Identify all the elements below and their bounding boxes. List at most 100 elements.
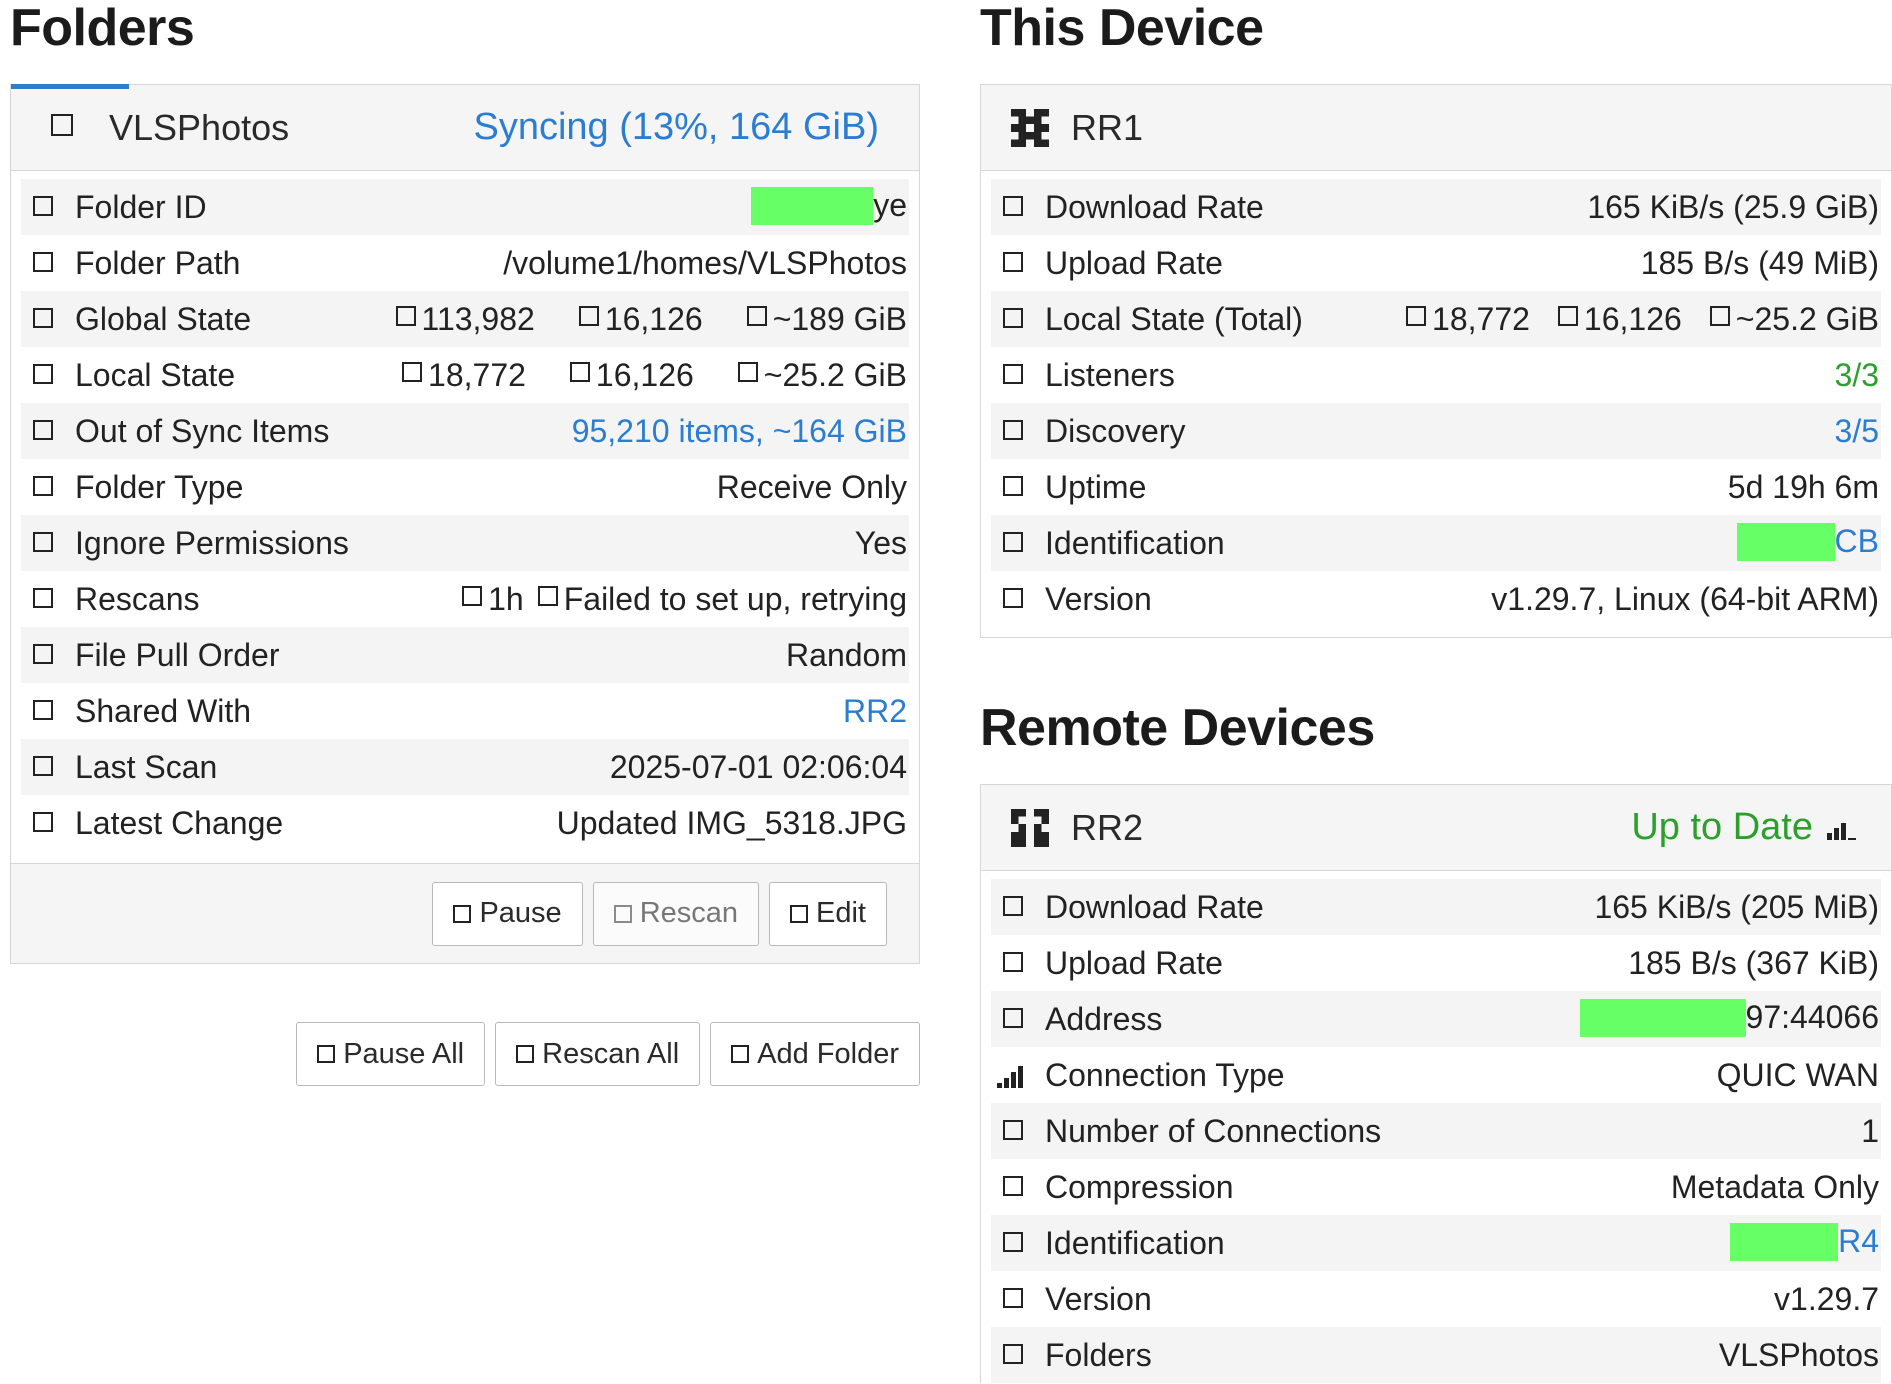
- folder-status: Syncing (13%, 164 GiB): [473, 106, 879, 148]
- this-device-header[interactable]: RR1: [981, 85, 1891, 171]
- shared-with-icon: [33, 700, 53, 721]
- latest-change-label: Latest Change: [75, 804, 284, 841]
- pause-all-button[interactable]: Pause All: [296, 1022, 486, 1086]
- version-value: v1.29.7, Linux (64-bit ARM): [1491, 580, 1879, 617]
- remote-identification-link[interactable]: R4: [1730, 1222, 1879, 1263]
- signal-bars-icon: [1827, 822, 1856, 840]
- global-dirs-count: 16,126: [604, 300, 703, 337]
- upload-rate-value: 185 B/s (49 MiB): [1640, 244, 1879, 281]
- folder-type-row: Folder Type Receive Only: [21, 459, 909, 515]
- add-folder-button[interactable]: Add Folder: [710, 1022, 920, 1086]
- pause-button[interactable]: Pause: [432, 881, 583, 946]
- global-files-count: 113,982: [421, 300, 535, 337]
- link-icon: [1003, 1008, 1023, 1029]
- refresh-icon: [613, 904, 632, 923]
- folder-detail-rows: Folder ID ye Folder Path /volume1/homes/…: [11, 171, 919, 851]
- download-rate-value: 165 KiB/s (25.9 GiB): [1587, 188, 1879, 225]
- folder-global-actions: Pause All Rescan All Add Folder: [296, 1022, 920, 1086]
- redaction-block: [1579, 998, 1746, 1037]
- size-icon: [1709, 306, 1730, 326]
- remote-device-header[interactable]: RR2 Up to Date: [981, 785, 1891, 871]
- remote-folders-row: Folders VLSPhotos: [991, 1327, 1881, 1383]
- files-icon: [402, 362, 423, 382]
- local-state-total-row: Local State (Total) 18,772 16,126 ~25.2 …: [991, 291, 1881, 347]
- identification-link[interactable]: CB: [1736, 522, 1879, 563]
- discovery-row: Discovery 3/5: [991, 403, 1881, 459]
- last-scan-icon: [33, 756, 53, 777]
- file-pull-order-value: Random: [786, 636, 907, 673]
- redaction-block: [1736, 522, 1835, 561]
- edit-button[interactable]: Edit: [769, 881, 887, 946]
- size-icon: [737, 362, 758, 382]
- rescans-label: Rescans: [75, 580, 200, 617]
- identicon-rr2: [1011, 808, 1049, 847]
- global-state-row: Global State 113,982 16,126 ~189 GiB: [21, 291, 909, 347]
- cloud-upload-icon: [1003, 252, 1023, 273]
- folders-icon: [578, 306, 599, 326]
- local-dirs-count: 16,126: [595, 356, 694, 393]
- remote-address-row: Address 97:44066: [991, 991, 1881, 1047]
- remote-address-value: 97:44066: [1579, 998, 1879, 1039]
- remote-device-rows: Download Rate 165 KiB/s (205 MiB) Upload…: [981, 871, 1891, 1383]
- shared-with-link[interactable]: RR2: [843, 693, 907, 730]
- this-device-heading: This Device: [980, 0, 1264, 57]
- plus-icon: [731, 1045, 750, 1063]
- global-state-label: Global State: [75, 300, 252, 337]
- this-device-rows: Download Rate 165 KiB/s (25.9 GiB) Uploa…: [981, 171, 1891, 637]
- folder-id-value: ye: [751, 186, 907, 227]
- remote-device-panel-rr2: RR2 Up to Date Download Rate 165 KiB/s (…: [980, 784, 1892, 1383]
- ignore-permissions-value: Yes: [854, 524, 907, 561]
- version-row: Version v1.29.7, Linux (64-bit ARM): [991, 571, 1881, 627]
- qrcode-icon: [1003, 1232, 1023, 1253]
- folder-path-label: Folder Path: [75, 244, 241, 281]
- watcher-status: Failed to set up, retrying: [563, 580, 907, 617]
- listeners-value[interactable]: 3/3: [1835, 357, 1879, 394]
- folder-path-icon: [33, 252, 53, 273]
- compress-icon: [1003, 1176, 1023, 1197]
- sitemap-icon: [1003, 364, 1023, 385]
- remote-device-status: Up to Date: [1631, 806, 1813, 848]
- home-icon: [1003, 308, 1023, 329]
- folders-icon: [569, 362, 590, 382]
- rescans-value: 1h Failed to set up, retrying: [462, 581, 907, 618]
- last-scan-value: 2025-07-01 02:06:04: [609, 748, 907, 785]
- plug-icon: [1003, 1120, 1023, 1141]
- latest-change-row: Latest Change Updated IMG_5318.JPG: [21, 795, 909, 851]
- remote-version-row: Version v1.29.7: [991, 1271, 1881, 1327]
- discovery-value[interactable]: 3/5: [1835, 413, 1879, 450]
- remote-compression-row: Compression Metadata Only: [991, 1159, 1881, 1215]
- files-icon: [395, 306, 416, 326]
- out-of-sync-link[interactable]: 95,210 items, ~164 GiB: [572, 413, 907, 450]
- cloud-upload-icon: [1003, 952, 1023, 973]
- folder-panel-footer: Pause Rescan Edit: [11, 863, 919, 963]
- folders-column: Folders VLSPhotos Syncing (13%, 164 GiB)…: [0, 0, 920, 1086]
- latest-change-value: Updated IMG_5318.JPG: [556, 804, 907, 841]
- folder-type-value: Receive Only: [716, 468, 907, 505]
- folder-panel-header[interactable]: VLSPhotos Syncing (13%, 164 GiB): [11, 84, 919, 171]
- remote-connection-type-row: Connection Type QUIC WAN: [991, 1047, 1881, 1103]
- rescans-row: Rescans 1h Failed to set up, retrying: [21, 571, 909, 627]
- compass-icon: [1003, 420, 1023, 441]
- local-state-label: Local State: [75, 356, 236, 393]
- clock-icon: [1003, 476, 1023, 497]
- size-icon: [746, 306, 767, 326]
- remote-connections-row: Number of Connections 1: [991, 1103, 1881, 1159]
- rescan-all-button[interactable]: Rescan All: [495, 1022, 701, 1086]
- out-of-sync-row: Out of Sync Items 95,210 items, ~164 GiB: [21, 403, 909, 459]
- rescan-button[interactable]: Rescan: [592, 881, 760, 946]
- identicon-rr1: [1011, 108, 1049, 147]
- folder-id-row: Folder ID ye: [21, 179, 909, 235]
- pencil-icon: [790, 904, 809, 923]
- ignore-permissions-row: Ignore Permissions Yes: [21, 515, 909, 571]
- sync-progress-bar: [11, 84, 129, 89]
- folder-icon: [51, 113, 73, 136]
- local-files-count: 18,772: [428, 356, 526, 393]
- folder-id-label: Folder ID: [75, 188, 207, 225]
- pause-icon: [453, 904, 472, 923]
- tag-icon: [1003, 1288, 1023, 1309]
- refresh-icon: [516, 1045, 535, 1063]
- local-state-total-value: 18,772 16,126 ~25.2 GiB: [1406, 301, 1879, 338]
- local-size: ~25.2 GiB: [763, 356, 907, 393]
- file-pull-order-row: File Pull Order Random: [21, 627, 909, 683]
- redaction-block: [1730, 1222, 1839, 1261]
